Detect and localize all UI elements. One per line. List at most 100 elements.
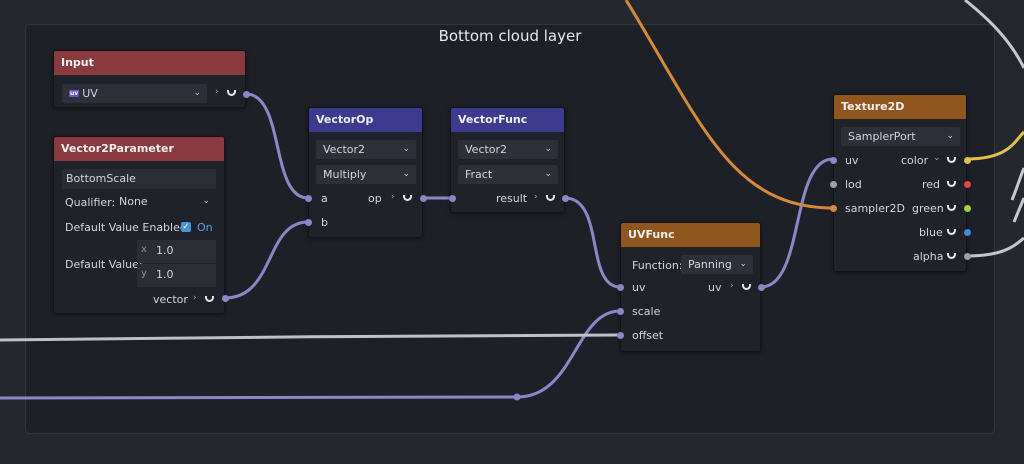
- dropdown-value: Multiply: [323, 168, 367, 181]
- connected-icon: [947, 229, 956, 235]
- texture2d-node[interactable]: Texture2D SamplerPort ⌄ uv color ⌄ lod r…: [830, 94, 971, 272]
- output-alpha-label: alpha: [913, 250, 944, 263]
- input-port-uv[interactable]: [830, 157, 837, 164]
- qualifier-dropdown[interactable]: None ⌄: [112, 192, 216, 211]
- chevron-right-icon[interactable]: ›: [391, 192, 395, 202]
- chevron-right-icon[interactable]: ›: [215, 87, 219, 97]
- node-header[interactable]: Input: [54, 51, 245, 75]
- connected-icon: [947, 253, 956, 259]
- default-value-checkbox[interactable]: ✓: [181, 222, 191, 232]
- connected-icon: [742, 284, 751, 290]
- connected-icon: [947, 157, 956, 163]
- y-axis-label: y: [141, 268, 147, 279]
- chevron-right-icon[interactable]: ›: [730, 281, 734, 291]
- node-header[interactable]: UVFunc: [621, 223, 760, 247]
- output-port[interactable]: [562, 195, 569, 202]
- function-label: Function:: [632, 259, 683, 272]
- output-blue-label: blue: [919, 226, 943, 239]
- output-color-label: color: [901, 154, 929, 167]
- sampler-dropdown[interactable]: SamplerPort ⌄: [841, 127, 960, 146]
- chevron-down-icon: ⌄: [202, 196, 210, 206]
- output-green-label: green: [912, 202, 944, 215]
- output-port-red[interactable]: [964, 181, 971, 188]
- input-node[interactable]: Input uv UV ⌄ ›: [53, 50, 250, 108]
- vectorop-node[interactable]: VectorOp Vector2 ⌄ Multiply ⌄ a op › b: [305, 107, 427, 238]
- node-header[interactable]: Vector2Parameter: [54, 137, 224, 161]
- connected-icon: [947, 205, 956, 211]
- x-value: 1.0: [156, 244, 174, 257]
- chevron-down-icon: ⌄: [193, 88, 201, 98]
- group-title[interactable]: Bottom cloud layer: [26, 27, 994, 45]
- output-red-label: red: [922, 178, 941, 191]
- dropdown-value: SamplerPort: [848, 130, 916, 143]
- input-sampler2d-label: sampler2D: [845, 202, 905, 215]
- node-header[interactable]: Texture2D: [834, 95, 966, 119]
- input-port-offset[interactable]: [617, 332, 624, 339]
- input-port-sampler2d[interactable]: [830, 205, 837, 212]
- output-port[interactable]: [222, 295, 229, 302]
- chevron-right-icon[interactable]: ›: [534, 192, 538, 202]
- input-b-label: b: [321, 216, 328, 229]
- chevron-down-icon: ⌄: [946, 131, 954, 141]
- default-value-enabled-label: Default Value Enabled:: [65, 221, 191, 234]
- output-port-blue[interactable]: [964, 229, 971, 236]
- output-label: uv: [708, 281, 722, 294]
- parameter-name-field[interactable]: BottomScale: [62, 169, 216, 189]
- chevron-down-icon: ⌄: [402, 144, 410, 154]
- input-type-dropdown[interactable]: uv UV ⌄: [62, 84, 207, 103]
- chevron-right-icon[interactable]: ›: [193, 293, 197, 303]
- chevron-down-icon: ⌄: [739, 259, 747, 269]
- output-port-color[interactable]: [964, 157, 971, 164]
- chevron-down-icon: ⌄: [544, 169, 552, 179]
- connected-icon: [546, 195, 555, 201]
- uvfunc-node[interactable]: UVFunc Function: Panning ⌄ uv uv › scale…: [617, 222, 765, 352]
- input-port-scale[interactable]: [617, 308, 624, 315]
- input-port-b[interactable]: [305, 219, 312, 226]
- node-header[interactable]: VectorFunc: [451, 108, 564, 132]
- vector-type-dropdown[interactable]: Vector2 ⌄: [316, 140, 416, 159]
- function-dropdown[interactable]: Fract ⌄: [458, 165, 558, 184]
- output-port[interactable]: [243, 91, 250, 98]
- wire-external-right-1[interactable]: [1010, 167, 1024, 201]
- input-uv-label: uv: [632, 281, 646, 294]
- chevron-down-icon: ⌄: [402, 169, 410, 179]
- toggle-state-label[interactable]: On: [197, 221, 213, 234]
- qualifier-label: Qualifier:: [65, 196, 116, 209]
- connected-icon: [403, 195, 412, 201]
- input-port-lod[interactable]: [830, 181, 837, 188]
- connected-icon: [205, 296, 214, 302]
- dropdown-value: Vector2: [323, 143, 366, 156]
- input-port-uv[interactable]: [617, 284, 624, 291]
- wire-external-right-2[interactable]: [1012, 197, 1024, 223]
- x-axis-label: x: [141, 244, 147, 255]
- connected-icon: [227, 90, 236, 96]
- dropdown-value: UV: [82, 87, 98, 100]
- output-port-alpha[interactable]: [964, 253, 971, 260]
- default-value-label: Default Value:: [65, 258, 143, 271]
- operation-dropdown[interactable]: Multiply ⌄: [316, 165, 416, 184]
- connected-icon: [947, 181, 956, 187]
- chevron-down-icon: ⌄: [544, 144, 552, 154]
- x-value-field[interactable]: x 1.0: [137, 240, 216, 263]
- input-port[interactable]: [449, 195, 456, 202]
- vector-type-dropdown[interactable]: Vector2 ⌄: [458, 140, 558, 159]
- output-label: op: [368, 192, 382, 205]
- input-port-a[interactable]: [305, 195, 312, 202]
- function-dropdown[interactable]: Panning ⌄: [681, 255, 753, 274]
- dropdown-value: Fract: [465, 168, 493, 181]
- y-value-field[interactable]: y 1.0: [137, 264, 216, 287]
- input-scale-label: scale: [632, 305, 661, 318]
- output-port[interactable]: [758, 284, 765, 291]
- dropdown-value: Panning: [688, 258, 732, 271]
- node-header[interactable]: VectorOp: [309, 108, 422, 132]
- output-port[interactable]: [420, 195, 427, 202]
- dropdown-value: Vector2: [465, 143, 508, 156]
- output-port-green[interactable]: [964, 205, 971, 212]
- vector2parameter-node[interactable]: Vector2Parameter BottomScale Qualifier: …: [53, 136, 229, 314]
- chevron-down-icon[interactable]: ⌄: [933, 153, 941, 163]
- uv-badge-icon: uv: [69, 90, 80, 97]
- vectorfunc-node[interactable]: VectorFunc Vector2 ⌄ Fract ⌄ result ›: [449, 107, 569, 213]
- input-lod-label: lod: [845, 178, 862, 191]
- output-label: vector: [153, 293, 188, 306]
- output-label: result: [496, 192, 528, 205]
